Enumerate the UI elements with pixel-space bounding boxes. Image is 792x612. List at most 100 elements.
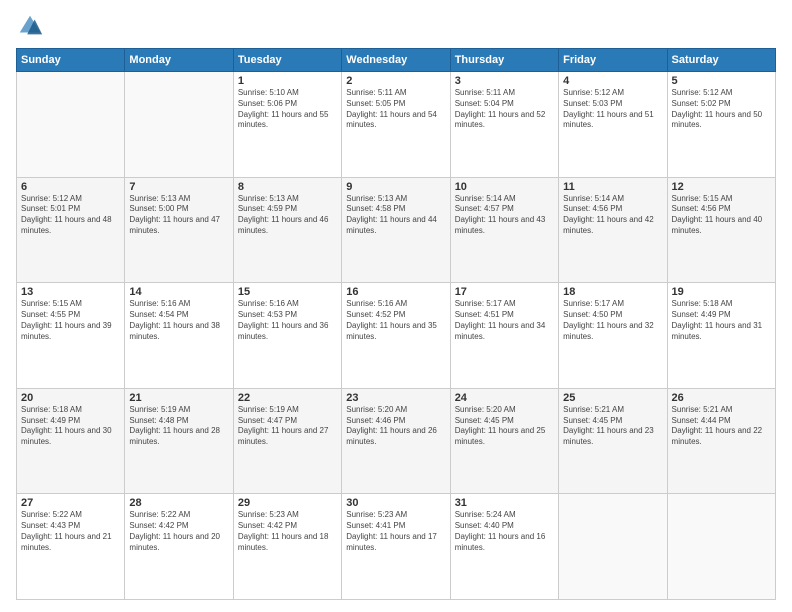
day-info: Sunrise: 5:15 AM Sunset: 4:56 PM Dayligh…: [672, 194, 771, 237]
day-info: Sunrise: 5:16 AM Sunset: 4:54 PM Dayligh…: [129, 299, 228, 342]
day-info: Sunrise: 5:11 AM Sunset: 5:04 PM Dayligh…: [455, 88, 554, 131]
calendar-cell: 6Sunrise: 5:12 AM Sunset: 5:01 PM Daylig…: [17, 177, 125, 283]
day-number: 6: [21, 181, 120, 193]
day-number: 30: [346, 497, 445, 509]
day-info: Sunrise: 5:19 AM Sunset: 4:48 PM Dayligh…: [129, 405, 228, 448]
header: [16, 12, 776, 40]
day-number: 25: [563, 392, 662, 404]
day-number: 12: [672, 181, 771, 193]
day-number: 21: [129, 392, 228, 404]
calendar-cell: 17Sunrise: 5:17 AM Sunset: 4:51 PM Dayli…: [450, 283, 558, 389]
week-row-1: 1Sunrise: 5:10 AM Sunset: 5:06 PM Daylig…: [17, 72, 776, 178]
day-info: Sunrise: 5:20 AM Sunset: 4:46 PM Dayligh…: [346, 405, 445, 448]
day-number: 28: [129, 497, 228, 509]
day-info: Sunrise: 5:19 AM Sunset: 4:47 PM Dayligh…: [238, 405, 337, 448]
calendar-cell: 31Sunrise: 5:24 AM Sunset: 4:40 PM Dayli…: [450, 494, 558, 600]
day-info: Sunrise: 5:17 AM Sunset: 4:51 PM Dayligh…: [455, 299, 554, 342]
day-number: 31: [455, 497, 554, 509]
day-number: 20: [21, 392, 120, 404]
day-number: 13: [21, 286, 120, 298]
logo-icon: [16, 12, 44, 40]
day-number: 17: [455, 286, 554, 298]
calendar-table: Sunday Monday Tuesday Wednesday Thursday…: [16, 48, 776, 600]
calendar-cell: [559, 494, 667, 600]
calendar-cell: 28Sunrise: 5:22 AM Sunset: 4:42 PM Dayli…: [125, 494, 233, 600]
calendar-cell: 11Sunrise: 5:14 AM Sunset: 4:56 PM Dayli…: [559, 177, 667, 283]
week-row-3: 13Sunrise: 5:15 AM Sunset: 4:55 PM Dayli…: [17, 283, 776, 389]
day-info: Sunrise: 5:16 AM Sunset: 4:52 PM Dayligh…: [346, 299, 445, 342]
col-friday: Friday: [559, 49, 667, 72]
calendar-cell: 27Sunrise: 5:22 AM Sunset: 4:43 PM Dayli…: [17, 494, 125, 600]
calendar-cell: 25Sunrise: 5:21 AM Sunset: 4:45 PM Dayli…: [559, 388, 667, 494]
calendar-cell: 5Sunrise: 5:12 AM Sunset: 5:02 PM Daylig…: [667, 72, 775, 178]
calendar-cell: 4Sunrise: 5:12 AM Sunset: 5:03 PM Daylig…: [559, 72, 667, 178]
calendar-body: 1Sunrise: 5:10 AM Sunset: 5:06 PM Daylig…: [17, 72, 776, 600]
day-info: Sunrise: 5:13 AM Sunset: 4:59 PM Dayligh…: [238, 194, 337, 237]
calendar-cell: 16Sunrise: 5:16 AM Sunset: 4:52 PM Dayli…: [342, 283, 450, 389]
day-info: Sunrise: 5:14 AM Sunset: 4:57 PM Dayligh…: [455, 194, 554, 237]
day-info: Sunrise: 5:12 AM Sunset: 5:03 PM Dayligh…: [563, 88, 662, 131]
day-number: 10: [455, 181, 554, 193]
col-sunday: Sunday: [17, 49, 125, 72]
day-number: 24: [455, 392, 554, 404]
day-info: Sunrise: 5:11 AM Sunset: 5:05 PM Dayligh…: [346, 88, 445, 131]
calendar-cell: 22Sunrise: 5:19 AM Sunset: 4:47 PM Dayli…: [233, 388, 341, 494]
day-info: Sunrise: 5:15 AM Sunset: 4:55 PM Dayligh…: [21, 299, 120, 342]
calendar-cell: 12Sunrise: 5:15 AM Sunset: 4:56 PM Dayli…: [667, 177, 775, 283]
day-info: Sunrise: 5:18 AM Sunset: 4:49 PM Dayligh…: [672, 299, 771, 342]
day-info: Sunrise: 5:21 AM Sunset: 4:45 PM Dayligh…: [563, 405, 662, 448]
day-number: 3: [455, 75, 554, 87]
day-number: 22: [238, 392, 337, 404]
calendar-cell: 2Sunrise: 5:11 AM Sunset: 5:05 PM Daylig…: [342, 72, 450, 178]
day-info: Sunrise: 5:18 AM Sunset: 4:49 PM Dayligh…: [21, 405, 120, 448]
day-number: 7: [129, 181, 228, 193]
day-info: Sunrise: 5:16 AM Sunset: 4:53 PM Dayligh…: [238, 299, 337, 342]
logo: [16, 12, 48, 40]
calendar-cell: 30Sunrise: 5:23 AM Sunset: 4:41 PM Dayli…: [342, 494, 450, 600]
calendar-cell: [125, 72, 233, 178]
calendar-cell: 26Sunrise: 5:21 AM Sunset: 4:44 PM Dayli…: [667, 388, 775, 494]
day-info: Sunrise: 5:12 AM Sunset: 5:02 PM Dayligh…: [672, 88, 771, 131]
calendar-cell: 18Sunrise: 5:17 AM Sunset: 4:50 PM Dayli…: [559, 283, 667, 389]
day-number: 15: [238, 286, 337, 298]
day-number: 18: [563, 286, 662, 298]
calendar-cell: 29Sunrise: 5:23 AM Sunset: 4:42 PM Dayli…: [233, 494, 341, 600]
day-info: Sunrise: 5:21 AM Sunset: 4:44 PM Dayligh…: [672, 405, 771, 448]
calendar-cell: 9Sunrise: 5:13 AM Sunset: 4:58 PM Daylig…: [342, 177, 450, 283]
day-number: 4: [563, 75, 662, 87]
day-number: 11: [563, 181, 662, 193]
day-number: 14: [129, 286, 228, 298]
calendar-cell: 23Sunrise: 5:20 AM Sunset: 4:46 PM Dayli…: [342, 388, 450, 494]
day-info: Sunrise: 5:12 AM Sunset: 5:01 PM Dayligh…: [21, 194, 120, 237]
calendar-cell: 15Sunrise: 5:16 AM Sunset: 4:53 PM Dayli…: [233, 283, 341, 389]
day-info: Sunrise: 5:17 AM Sunset: 4:50 PM Dayligh…: [563, 299, 662, 342]
day-info: Sunrise: 5:23 AM Sunset: 4:42 PM Dayligh…: [238, 510, 337, 553]
calendar-cell: 1Sunrise: 5:10 AM Sunset: 5:06 PM Daylig…: [233, 72, 341, 178]
day-number: 1: [238, 75, 337, 87]
week-row-4: 20Sunrise: 5:18 AM Sunset: 4:49 PM Dayli…: [17, 388, 776, 494]
day-number: 9: [346, 181, 445, 193]
day-info: Sunrise: 5:22 AM Sunset: 4:43 PM Dayligh…: [21, 510, 120, 553]
day-info: Sunrise: 5:22 AM Sunset: 4:42 PM Dayligh…: [129, 510, 228, 553]
col-saturday: Saturday: [667, 49, 775, 72]
week-row-5: 27Sunrise: 5:22 AM Sunset: 4:43 PM Dayli…: [17, 494, 776, 600]
calendar-cell: [17, 72, 125, 178]
day-info: Sunrise: 5:10 AM Sunset: 5:06 PM Dayligh…: [238, 88, 337, 131]
calendar-cell: 10Sunrise: 5:14 AM Sunset: 4:57 PM Dayli…: [450, 177, 558, 283]
day-info: Sunrise: 5:13 AM Sunset: 4:58 PM Dayligh…: [346, 194, 445, 237]
calendar-cell: 7Sunrise: 5:13 AM Sunset: 5:00 PM Daylig…: [125, 177, 233, 283]
day-info: Sunrise: 5:23 AM Sunset: 4:41 PM Dayligh…: [346, 510, 445, 553]
calendar-cell: 20Sunrise: 5:18 AM Sunset: 4:49 PM Dayli…: [17, 388, 125, 494]
calendar-cell: [667, 494, 775, 600]
day-number: 29: [238, 497, 337, 509]
calendar-cell: 14Sunrise: 5:16 AM Sunset: 4:54 PM Dayli…: [125, 283, 233, 389]
day-number: 5: [672, 75, 771, 87]
col-monday: Monday: [125, 49, 233, 72]
calendar-cell: 8Sunrise: 5:13 AM Sunset: 4:59 PM Daylig…: [233, 177, 341, 283]
week-row-2: 6Sunrise: 5:12 AM Sunset: 5:01 PM Daylig…: [17, 177, 776, 283]
day-number: 26: [672, 392, 771, 404]
day-number: 16: [346, 286, 445, 298]
calendar-cell: 21Sunrise: 5:19 AM Sunset: 4:48 PM Dayli…: [125, 388, 233, 494]
page: Sunday Monday Tuesday Wednesday Thursday…: [0, 0, 792, 612]
day-number: 23: [346, 392, 445, 404]
